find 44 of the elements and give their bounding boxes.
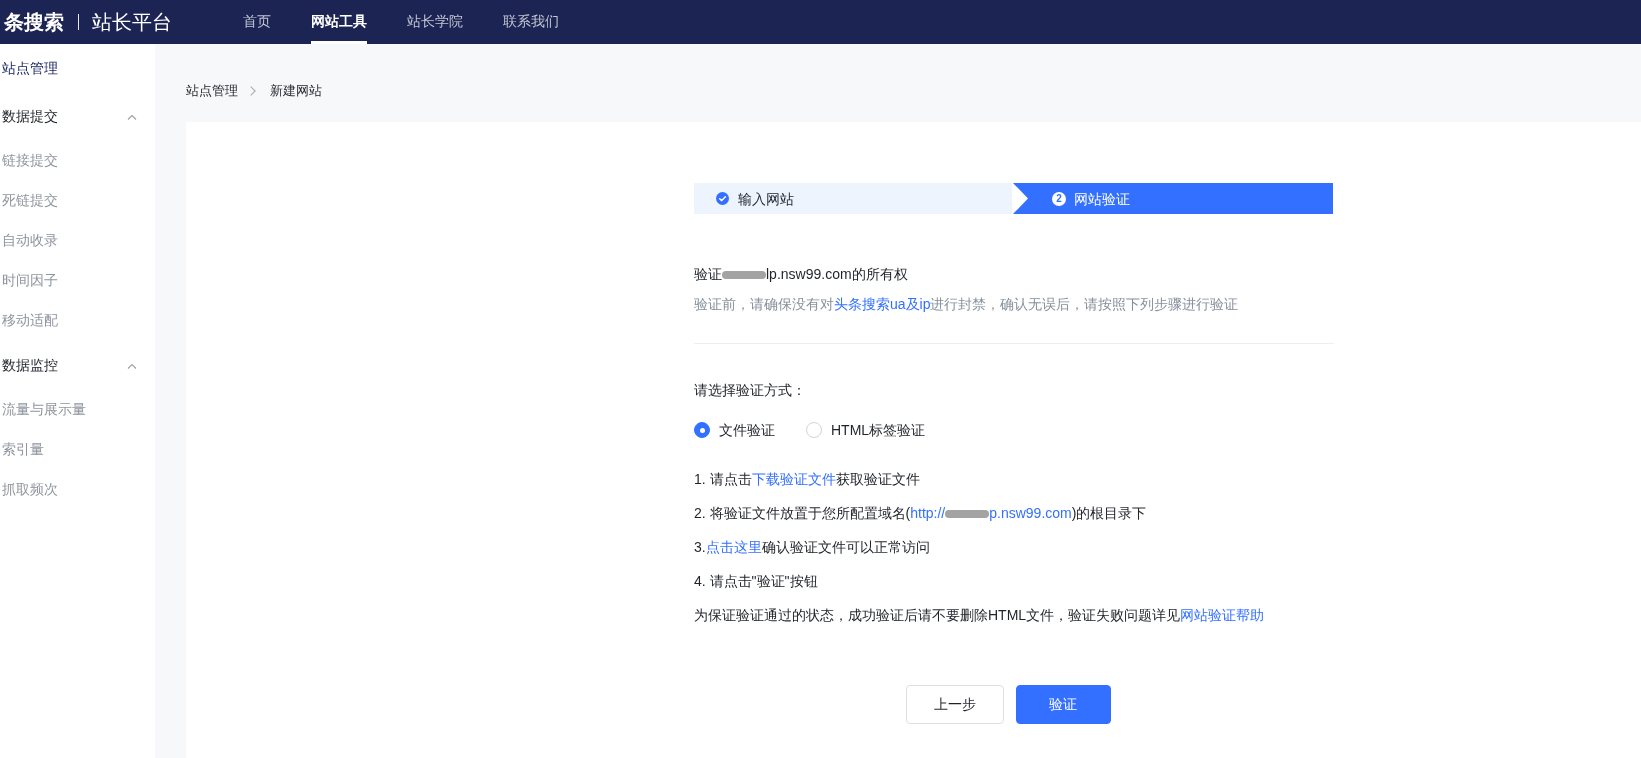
sidebar-item[interactable]: 流量与展示量: [0, 390, 155, 430]
chevron-right-icon: [250, 86, 256, 96]
step-label: 输入网站: [738, 189, 794, 209]
text-link[interactable]: http://: [910, 505, 946, 521]
nav-tab[interactable]: 联系我们: [503, 0, 559, 44]
text-link[interactable]: 下载验证文件: [751, 471, 836, 487]
step-label: 网站验证: [1074, 189, 1130, 209]
instruction-step: 1. 请点击下载验证文件获取验证文件: [694, 469, 1334, 489]
check-circle-icon: [716, 192, 729, 205]
text-link[interactable]: 头条搜索ua及ip: [834, 296, 931, 312]
breadcrumb-item[interactable]: 站点管理: [186, 81, 238, 101]
sidebar-item[interactable]: 索引量: [0, 430, 155, 470]
back-button[interactable]: 上一步: [905, 685, 1004, 724]
verify-button[interactable]: 验证: [1015, 685, 1111, 724]
nav-tab[interactable]: 首页: [243, 0, 271, 44]
sidebar-group-header[interactable]: 数据提交: [0, 97, 155, 137]
nav-tab[interactable]: 站长学院: [407, 0, 463, 44]
breadcrumb-item[interactable]: 新建网站: [270, 81, 322, 101]
instruction-step: 2. 将验证文件放置于您所配置域名(http:// p.nsw99.com)的根目录下: [694, 503, 1334, 523]
sidebar-item[interactable]: 自动收录: [0, 221, 155, 261]
sidebar-item[interactable]: 时间因子: [0, 261, 155, 301]
platform-title: 站长平台: [92, 10, 172, 34]
instruction-step: 3.点击这里确认验证文件可以正常访问: [694, 537, 1334, 557]
instruction-step: 为保证验证通过的状态，成功验证后请不要删除HTML文件，验证失败问题详见网站验证帮助: [694, 605, 1334, 625]
instruction-step: 4. 请点击"验证"按钮: [694, 571, 1334, 591]
step-number: 2: [1052, 191, 1066, 206]
redaction-mark: [722, 271, 766, 280]
sidebar-item[interactable]: 死链提交: [0, 181, 155, 221]
sidebar-item[interactable]: 移动适配: [0, 301, 155, 341]
verify-notice: 验证前，请确保没有对头条搜索ua及ip进行封禁，确认无误后，请按照下列步骤进行验证: [694, 295, 1240, 314]
text-link[interactable]: 网站验证帮助: [1180, 607, 1265, 623]
sidebar-item[interactable]: 链接提交: [0, 141, 155, 181]
sidebar-group-header[interactable]: 数据监控: [0, 346, 155, 386]
sidebar-item[interactable]: 抓取频次: [0, 470, 155, 510]
sidebar-item[interactable]: 站点管理: [0, 49, 155, 89]
text-link[interactable]: 点击这里: [705, 539, 762, 555]
method-prompt: 请选择验证方式：: [694, 381, 807, 400]
verify-title: 验证 lp.nsw99.com的所有权: [694, 265, 909, 284]
radio-icon[interactable]: [694, 422, 710, 438]
text-link[interactable]: p.nsw99.com: [989, 505, 1072, 521]
radio-option[interactable]: 文件验证: [694, 420, 775, 440]
redaction-mark: [945, 510, 990, 519]
radio-option[interactable]: HTML标签验证: [806, 420, 926, 440]
logo-text: 条搜索: [4, 10, 64, 34]
